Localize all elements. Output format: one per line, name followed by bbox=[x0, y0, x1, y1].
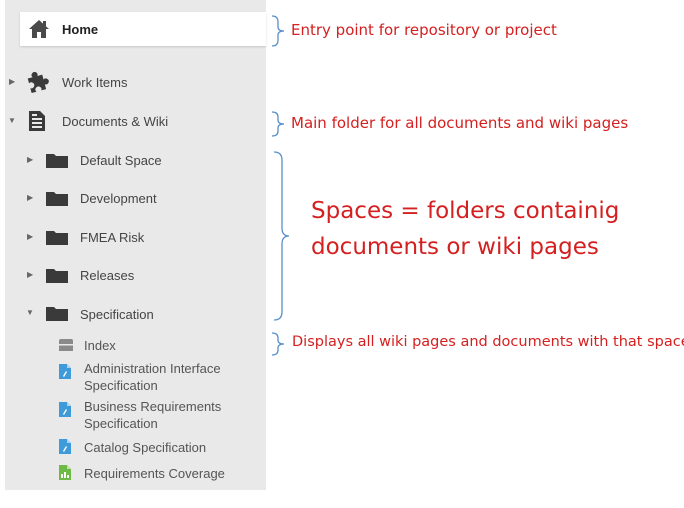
tree-item-label: Documents & Wiki bbox=[62, 114, 169, 129]
folder-icon bbox=[45, 189, 69, 212]
tree-item-label-line2: Specification bbox=[84, 416, 158, 431]
chevron-right-icon[interactable]: ▶ bbox=[27, 155, 33, 164]
tree-item-space[interactable]: ▶ Development bbox=[5, 186, 266, 210]
tree-item-document[interactable]: Catalog Specification bbox=[55, 437, 266, 457]
tree-item-label: Specification bbox=[80, 307, 154, 322]
puzzle-icon bbox=[25, 70, 51, 99]
tree-item-document[interactable]: Index bbox=[55, 335, 266, 355]
tree-item-space[interactable]: ▼ Specification bbox=[5, 301, 266, 325]
tree-item-document[interactable]: Administration Interface Specification bbox=[55, 360, 266, 396]
tree-item-label: Catalog Specification bbox=[84, 440, 207, 455]
annotation-home: Entry point for repository or project bbox=[291, 21, 557, 39]
chevron-right-icon[interactable]: ▶ bbox=[9, 77, 15, 86]
home-icon bbox=[28, 18, 50, 45]
document-icon bbox=[58, 401, 72, 423]
tree-item-label: Home bbox=[62, 22, 99, 37]
tree-item-label-line1: Business Requirements bbox=[84, 399, 222, 414]
tree-item-space[interactable]: ▶ Releases bbox=[5, 263, 266, 287]
annotation-documents: Main folder for all documents and wiki p… bbox=[291, 114, 629, 132]
annotation-spaces-line2: documents or wiki pages bbox=[311, 234, 599, 260]
annotation-brace bbox=[271, 15, 285, 47]
annotation-brace bbox=[271, 332, 285, 356]
document-icon bbox=[58, 363, 72, 385]
tree-item-space[interactable]: ▶ FMEA Risk bbox=[5, 225, 266, 249]
tree-item-label: Requirements Coverage bbox=[84, 466, 225, 481]
annotation-brace bbox=[273, 151, 290, 321]
folder-icon bbox=[45, 151, 69, 174]
tree-item-space[interactable]: ▶ Default Space bbox=[5, 148, 266, 172]
chevron-right-icon[interactable]: ▶ bbox=[27, 232, 33, 241]
tree-item-documents-wiki[interactable]: ▼ Documents & Wiki bbox=[5, 109, 266, 133]
annotation-brace bbox=[271, 111, 285, 137]
index-page-icon bbox=[58, 338, 74, 357]
tree-item-report[interactable]: Requirements Coverage bbox=[55, 463, 266, 483]
tree-item-document[interactable]: Business Requirements Specification bbox=[55, 398, 266, 434]
chevron-down-icon[interactable]: ▼ bbox=[26, 308, 34, 317]
folder-icon bbox=[45, 304, 69, 327]
chevron-right-icon[interactable]: ▶ bbox=[27, 193, 33, 202]
folder-icon bbox=[45, 228, 69, 251]
tree-item-label: Releases bbox=[80, 268, 135, 283]
tree-item-label: Development bbox=[80, 191, 157, 206]
annotation-index: Displays all wiki pages and documents wi… bbox=[292, 334, 684, 350]
chevron-down-icon[interactable]: ▼ bbox=[8, 116, 16, 125]
report-icon bbox=[58, 464, 72, 486]
annotation-spaces-line1: Spaces = folders containig bbox=[311, 198, 620, 224]
folder-icon bbox=[45, 266, 69, 289]
tree-item-label: Index bbox=[84, 338, 116, 353]
annotation-spaces: Spaces = folders containig documents or … bbox=[311, 193, 619, 265]
document-icon bbox=[58, 438, 72, 460]
tree-item-home[interactable]: Home bbox=[20, 12, 266, 46]
chevron-right-icon[interactable]: ▶ bbox=[27, 270, 33, 279]
document-list-icon bbox=[27, 110, 47, 137]
tree-item-label: Default Space bbox=[80, 153, 162, 168]
tree-item-label: FMEA Risk bbox=[80, 230, 145, 245]
tree-item-work-items[interactable]: ▶ Work Items bbox=[5, 70, 266, 94]
tree-item-label: Work Items bbox=[62, 75, 128, 90]
tree-item-label-line2: Specification bbox=[84, 378, 158, 393]
tree-item-label-line1: Administration Interface bbox=[84, 361, 221, 376]
